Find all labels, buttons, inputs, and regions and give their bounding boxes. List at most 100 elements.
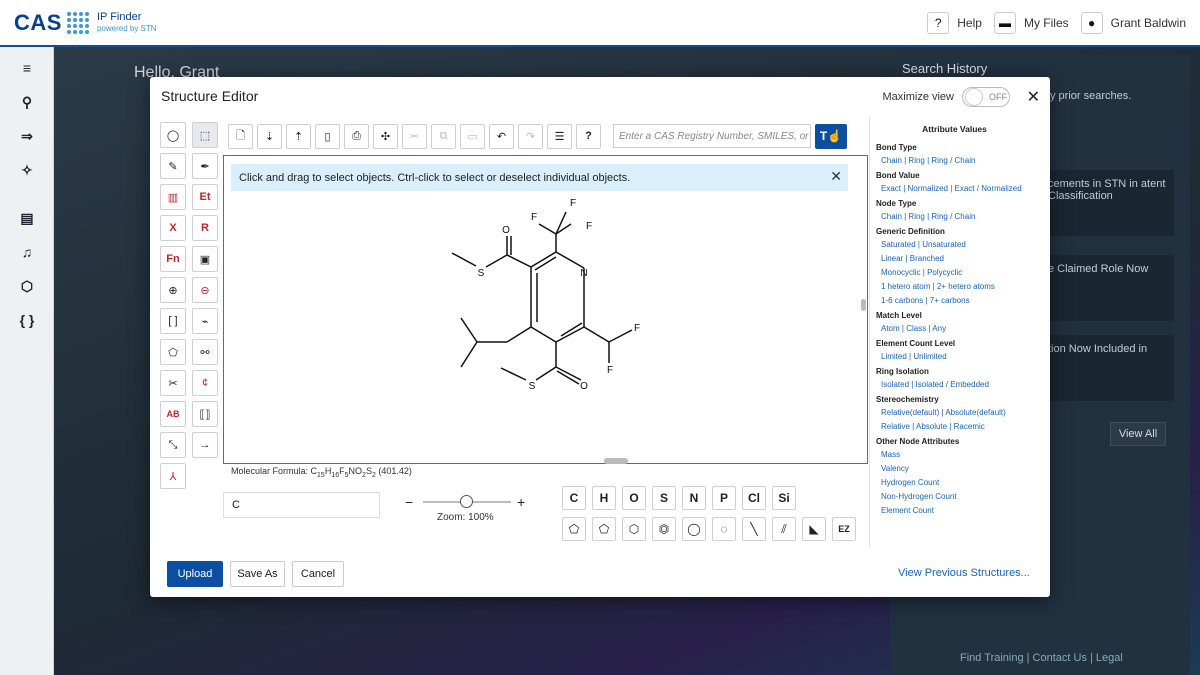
cas-logo[interactable]: CAS IP Finder powered by STN xyxy=(14,10,157,36)
r-group-icon[interactable]: R xyxy=(192,215,218,241)
hex-icon[interactable]: ⬡ xyxy=(0,269,54,303)
atom-h-button[interactable]: H xyxy=(592,486,616,510)
news-card-2[interactable]: e Claimed Role Now xyxy=(1040,255,1174,321)
paste-icon[interactable]: ▭ xyxy=(460,123,485,149)
chart-tool-icon[interactable]: ▥ xyxy=(160,184,186,210)
footer-links[interactable]: Find Training | Contact Us | Legal xyxy=(960,652,1123,664)
atom-input[interactable]: C xyxy=(223,492,380,518)
pentagon-alt-icon[interactable]: ⬠ xyxy=(592,517,616,541)
benzene-icon[interactable]: ⏣ xyxy=(652,517,676,541)
redo-icon[interactable]: ↷ xyxy=(518,123,543,149)
attribute-links[interactable]: Element Count xyxy=(881,506,1033,515)
copy-icon[interactable]: ⧉ xyxy=(431,123,456,149)
drawing-canvas[interactable]: Click and drag to select objects. Ctrl-c… xyxy=(223,155,868,464)
ring-tool-icon[interactable]: ⬠ xyxy=(160,339,186,365)
atom-o-button[interactable]: O xyxy=(622,486,646,510)
arrow-right-icon[interactable]: → xyxy=(192,432,218,458)
view-previous-structures-link[interactable]: View Previous Structures... xyxy=(898,567,1030,579)
diagonal-arrow-icon[interactable]: ⤡ xyxy=(160,432,186,458)
zoom-out-icon[interactable]: − xyxy=(405,494,413,510)
my-files-button[interactable]: ▬ My Files xyxy=(993,11,1069,34)
attribute-links[interactable]: Monocyclic | Polycyclic xyxy=(881,268,1033,277)
wedge-bond-icon[interactable]: ◣ xyxy=(802,517,826,541)
double-bond-icon[interactable]: ⫽ xyxy=(772,517,796,541)
attribute-links[interactable]: Exact | Normalized | Exact / Normalized xyxy=(881,184,1033,193)
close-icon[interactable]: ✕ xyxy=(1027,87,1040,107)
maximize-toggle[interactable]: OFF xyxy=(962,87,1010,107)
menu-icon[interactable]: ≡ xyxy=(0,51,54,85)
zoom-in-icon[interactable]: + xyxy=(517,494,525,510)
atom-p-button[interactable]: P xyxy=(712,486,736,510)
reaction-icon[interactable]: ⟦⟧ xyxy=(192,401,218,427)
minus-charge-icon[interactable]: ⊖ xyxy=(192,277,218,303)
frame-icon[interactable]: ▣ xyxy=(192,246,218,272)
view-all-button[interactable]: View All xyxy=(1110,422,1166,446)
vertical-scrollbar[interactable] xyxy=(861,299,866,311)
pencil-icon[interactable]: ✎ xyxy=(160,153,186,179)
cut-icon[interactable]: ✂ xyxy=(402,123,427,149)
ez-bond-icon[interactable]: EZ xyxy=(832,517,856,541)
pen-icon[interactable]: ✒ xyxy=(192,153,218,179)
help-button[interactable]: ? Help xyxy=(927,11,982,34)
settings-icon[interactable]: ☰ xyxy=(547,123,572,149)
attribute-links[interactable]: 1-6 carbons | 7+ carbons xyxy=(881,296,1033,305)
attribute-links[interactable]: Saturated | Unsaturated xyxy=(881,240,1033,249)
attribute-links[interactable]: 1 hetero atom | 2+ hetero atoms xyxy=(881,282,1033,291)
upload-button[interactable]: Upload xyxy=(167,561,223,587)
bell-icon[interactable]: ♫ xyxy=(0,235,54,269)
atom-s-button[interactable]: S xyxy=(652,486,676,510)
clipboard-icon[interactable]: ▯ xyxy=(315,123,340,149)
attribute-links[interactable]: Valency xyxy=(881,464,1033,473)
import-icon[interactable]: ⇣ xyxy=(257,123,282,149)
arrow-icon[interactable]: ⇒ xyxy=(0,119,54,153)
x-variable-icon[interactable]: X xyxy=(160,215,186,241)
help-icon[interactable]: ? xyxy=(576,123,601,149)
chain-icon[interactable]: ⌁ xyxy=(192,308,218,334)
network-icon[interactable]: ✧ xyxy=(0,153,54,187)
clean-icon[interactable]: ✣ xyxy=(373,123,398,149)
attribute-links[interactable]: Linear | Branched xyxy=(881,254,1033,263)
cent-icon[interactable]: ¢ xyxy=(192,370,218,396)
molecule-structure[interactable]: O S N F F F F F S O xyxy=(224,156,869,465)
attribute-links[interactable]: Relative(default) | Absolute(default) xyxy=(881,408,1033,417)
doc-icon[interactable]: ▤ xyxy=(0,201,54,235)
fn-icon[interactable]: Fn xyxy=(160,246,186,272)
lasso-icon[interactable]: ◯ xyxy=(160,122,186,148)
attribute-links[interactable]: Atom | Class | Any xyxy=(881,324,1033,333)
braces-icon[interactable]: { } xyxy=(0,303,54,337)
print-icon[interactable]: ⎙ xyxy=(344,123,369,149)
save-as-button[interactable]: Save As xyxy=(230,561,285,587)
attribute-links[interactable]: Non-Hydrogen Count xyxy=(881,492,1033,501)
atom-si-button[interactable]: Si xyxy=(772,486,796,510)
user-menu-button[interactable]: ● Grant Baldwin xyxy=(1080,11,1186,34)
undo-icon[interactable]: ↶ xyxy=(489,123,514,149)
zoom-slider-handle[interactable] xyxy=(460,495,473,508)
ethyl-tool-icon[interactable]: Et xyxy=(192,184,218,210)
atom-n-button[interactable]: N xyxy=(682,486,706,510)
atom-cl-button[interactable]: Cl xyxy=(742,486,766,510)
ring-size-icon[interactable]: ◌ xyxy=(712,517,736,541)
news-card-1[interactable]: cements in STN in atent Classification xyxy=(1040,170,1174,236)
attribute-links[interactable]: Isolated | Isolated / Embedded xyxy=(881,380,1033,389)
axis-icon[interactable]: ⅄ xyxy=(160,463,186,489)
attribute-links[interactable]: Chain | Ring | Ring / Chain xyxy=(881,156,1033,165)
attribute-links[interactable]: Mass xyxy=(881,450,1033,459)
news-card-3[interactable]: tion Now Included in xyxy=(1040,335,1174,401)
attribute-links[interactable]: Chain | Ring | Ring / Chain xyxy=(881,212,1033,221)
export-icon[interactable]: ⇡ xyxy=(286,123,311,149)
horizontal-scrollbar[interactable] xyxy=(604,458,628,464)
hexagon-icon[interactable]: ⬡ xyxy=(622,517,646,541)
attribute-links[interactable]: Limited | Unlimited xyxy=(881,352,1033,361)
heptagon-icon[interactable]: ◯ xyxy=(682,517,706,541)
cancel-button[interactable]: Cancel xyxy=(292,561,344,587)
attribute-links[interactable]: Hydrogen Count xyxy=(881,478,1033,487)
single-bond-icon[interactable]: ╲ xyxy=(742,517,766,541)
attribute-links[interactable]: Relative | Absolute | Racemic xyxy=(881,422,1033,431)
new-file-icon[interactable]: 🗋 xyxy=(228,123,253,149)
scissors-icon[interactable]: ✂ xyxy=(160,370,186,396)
pentagon-icon[interactable]: ⬠ xyxy=(562,517,586,541)
plus-charge-icon[interactable]: ⊕ xyxy=(160,277,186,303)
atom-c-button[interactable]: C xyxy=(562,486,586,510)
text-to-structure-icon[interactable]: T☝ xyxy=(815,123,847,149)
search-icon[interactable]: ⚲ xyxy=(0,85,54,119)
